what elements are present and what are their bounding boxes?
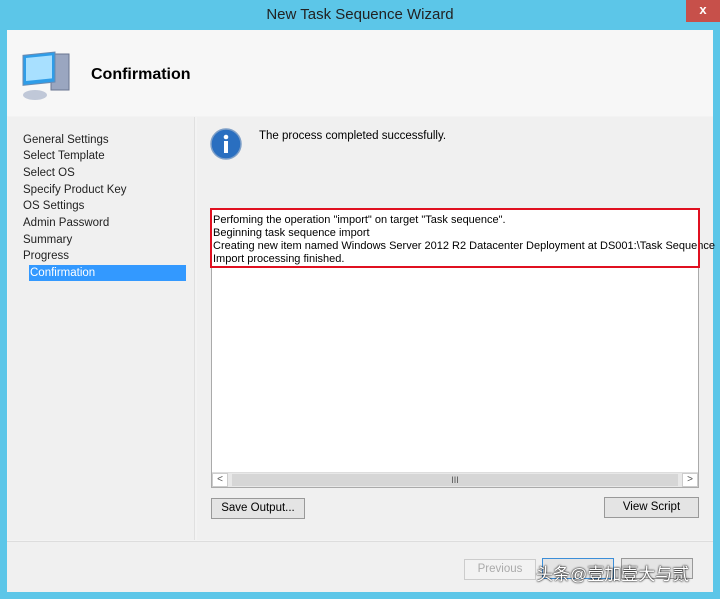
view-script-button[interactable]: View Script — [604, 497, 699, 518]
scroll-thumb[interactable]: III — [232, 474, 678, 486]
watermark: 头条@壹加壹大与贰 — [536, 565, 690, 584]
step-product-key: Specify Product Key — [23, 184, 127, 196]
page-title: Confirmation — [91, 66, 191, 83]
step-summary: Summary — [23, 234, 73, 246]
save-output-button[interactable]: Save Output... — [211, 498, 305, 519]
step-progress: Progress — [23, 250, 70, 262]
step-select-template: Select Template — [23, 150, 105, 162]
step-admin-password: Admin Password — [23, 217, 110, 229]
step-general-settings: General Settings — [23, 134, 109, 146]
scroll-left-button[interactable]: < — [212, 473, 228, 487]
highlight-box — [210, 208, 700, 268]
window-title: New Task Sequence Wizard — [266, 6, 454, 23]
info-icon — [210, 128, 242, 160]
scroll-right-button[interactable]: > — [682, 473, 698, 487]
previous-button[interactable]: Previous — [464, 559, 536, 580]
step-confirmation: Confirmation — [29, 265, 186, 281]
horizontal-scrollbar[interactable]: < III > — [212, 472, 698, 487]
status-message: The process completed successfully. — [259, 130, 447, 142]
step-select-os: Select OS — [23, 167, 75, 179]
step-os-settings: OS Settings — [23, 200, 85, 212]
close-button[interactable]: x — [686, 0, 720, 22]
computer-icon — [22, 51, 70, 100]
